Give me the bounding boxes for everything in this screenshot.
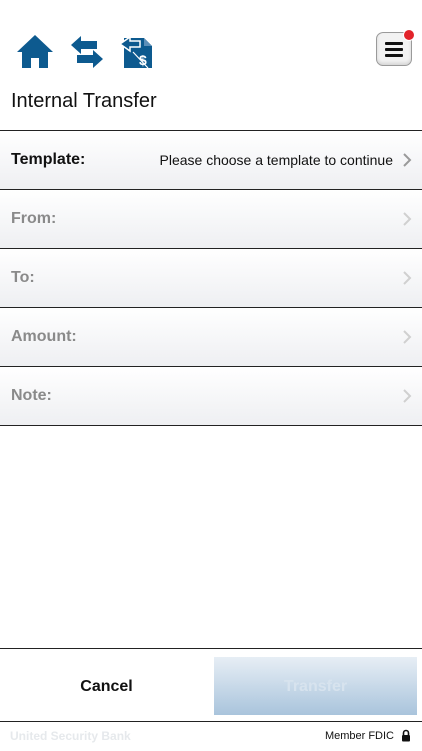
top-navigation: $ <box>0 0 422 82</box>
member-fdic-label: Member FDIC <box>324 730 394 742</box>
amount-label: Amount: <box>11 328 77 345</box>
from-label: From: <box>11 210 57 227</box>
bank-name: United Security Bank <box>10 729 131 743</box>
note-label: Note: <box>11 387 52 404</box>
chevron-right-icon <box>403 330 412 344</box>
notification-badge <box>403 29 415 41</box>
payment-icon[interactable]: $ <box>118 32 158 72</box>
menu-button[interactable] <box>376 29 415 66</box>
note-row[interactable]: Note: <box>0 367 422 426</box>
lock-icon <box>401 729 411 742</box>
status-bar: United Security Bank Member FDIC <box>0 721 422 751</box>
template-row[interactable]: Template: Please choose a template to co… <box>0 131 422 190</box>
hamburger-menu-icon <box>385 42 403 60</box>
from-row[interactable]: From: <box>0 190 422 249</box>
chevron-right-icon <box>403 153 412 167</box>
home-icon[interactable] <box>15 32 55 72</box>
template-label: Template: <box>11 151 86 168</box>
transfer-button[interactable]: Transfer <box>214 657 417 715</box>
transfer-arrows-icon[interactable] <box>67 32 107 72</box>
template-value: Please choose a template to continue <box>159 152 394 168</box>
to-row[interactable]: To: <box>0 249 422 308</box>
chevron-right-icon <box>403 389 412 403</box>
cancel-button[interactable]: Cancel <box>5 657 208 715</box>
page-title: Internal Transfer <box>11 90 157 112</box>
chevron-right-icon <box>403 271 412 285</box>
transfer-form: Template: Please choose a template to co… <box>0 130 422 426</box>
chevron-right-icon <box>403 212 412 226</box>
amount-row[interactable]: Amount: <box>0 308 422 367</box>
to-label: To: <box>11 269 35 286</box>
action-bar: Cancel Transfer <box>0 648 422 721</box>
